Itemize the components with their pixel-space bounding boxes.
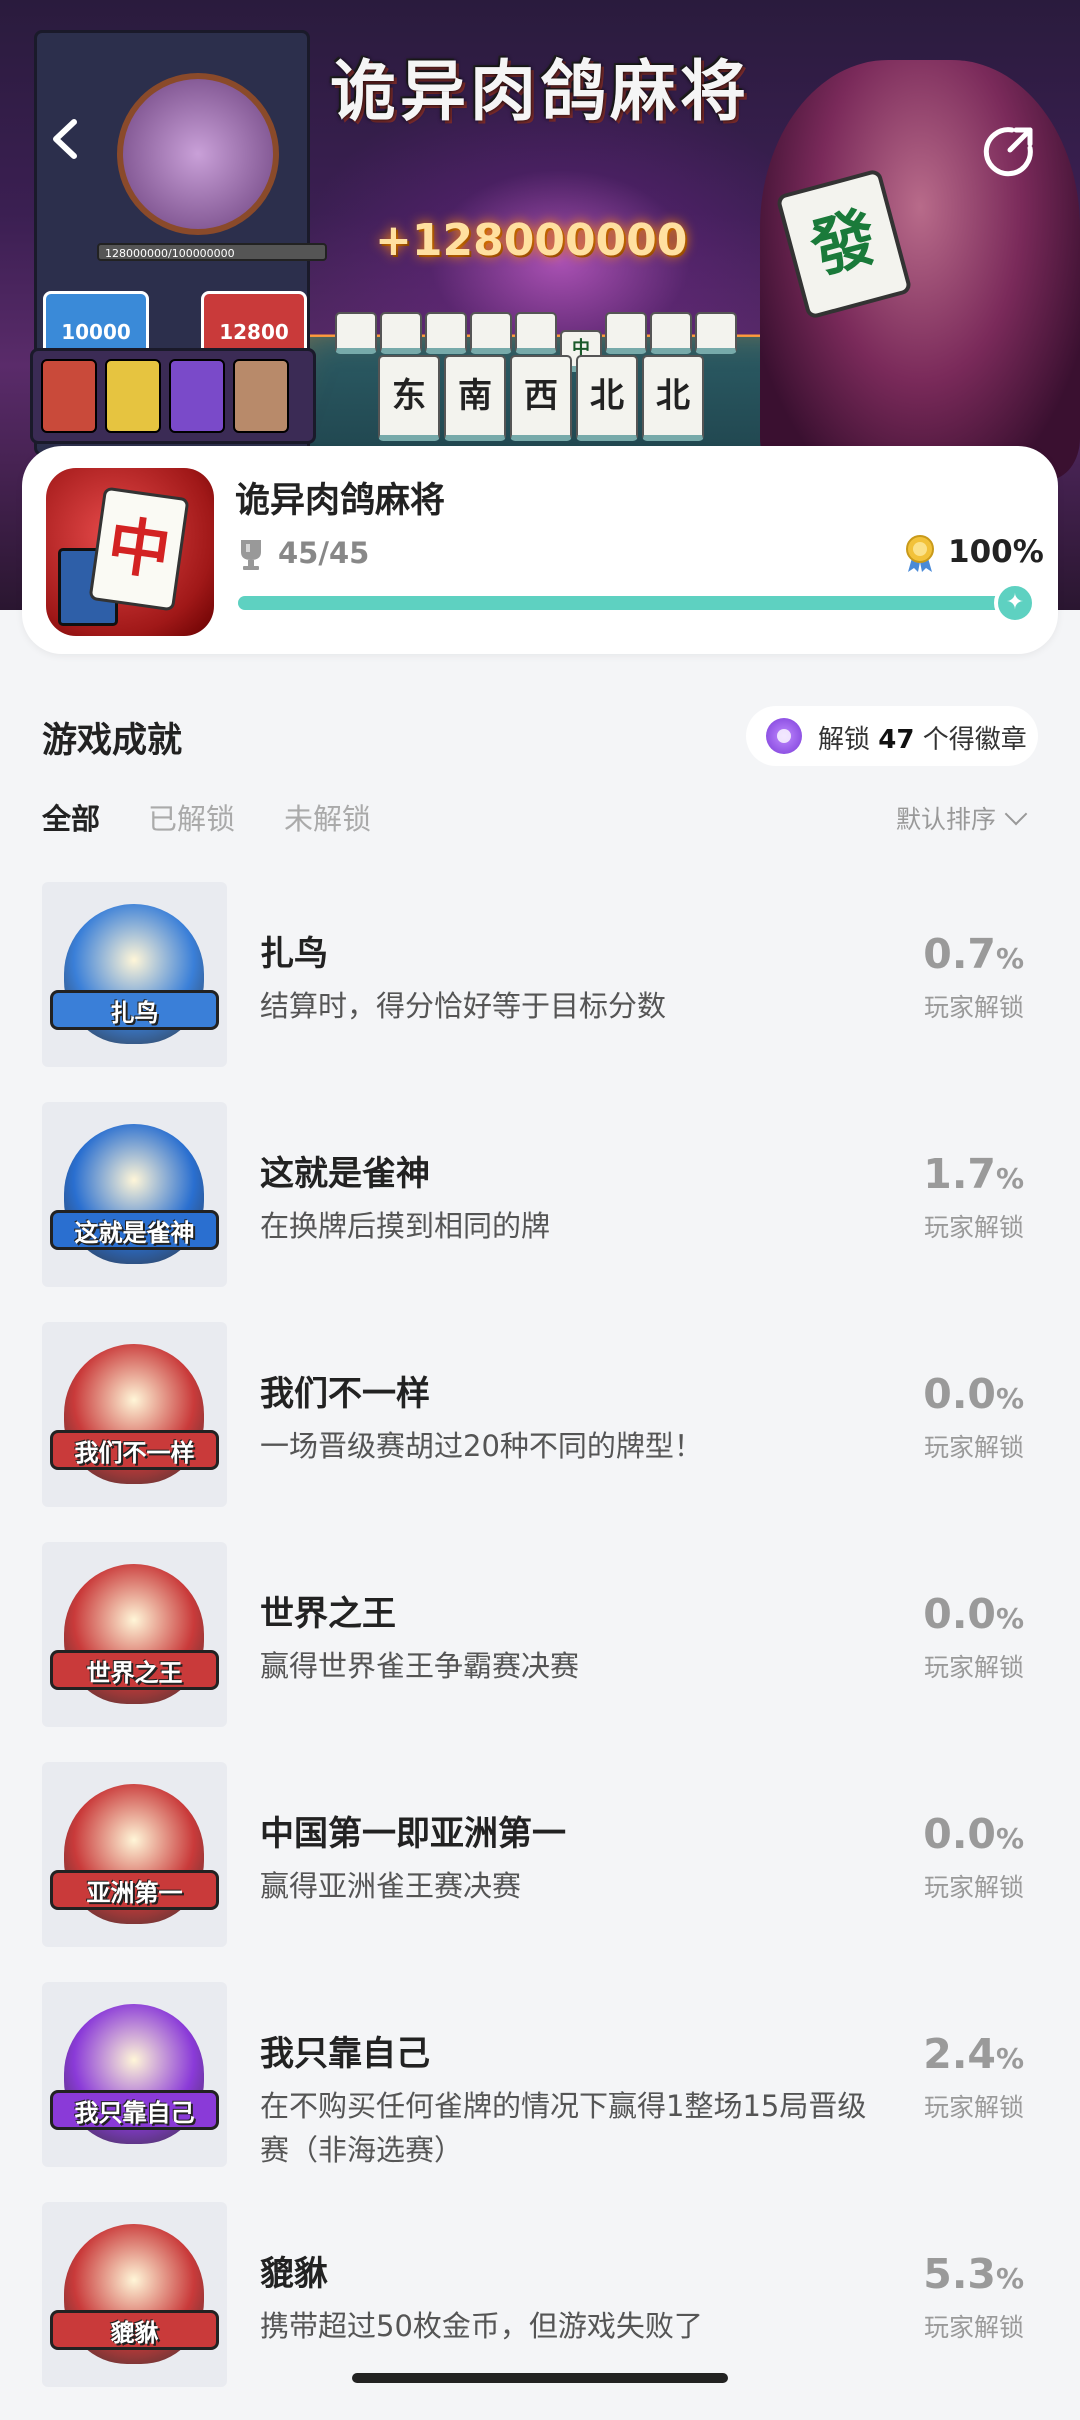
achievement-badge-image: 我只靠自己 [42,1982,227,2167]
achievement-row[interactable]: 貔貅 貔貅 携带超过50枚金币，但游戏失败了 5.3% 玩家解锁 [0,2200,1080,2420]
mahjong-tile [650,312,692,354]
mahjong-tile [335,312,377,354]
achievement-name: 中国第一即亚洲第一 [260,1814,566,1854]
card-slot [41,359,97,433]
game-name: 诡异肉鸽麻将 [235,481,446,521]
share-icon[interactable] [982,122,1038,178]
achievement-desc: 在不购买任何雀牌的情况下赢得1整场15局晋级赛（非海选赛） [260,2089,867,2167]
achievement-row[interactable]: 世界之王 世界之王 赢得世界雀王争霸赛决赛 0.0% 玩家解锁 [0,1540,1080,1760]
sort-dropdown[interactable]: 默认排序 [896,800,1028,836]
boss-avatar [117,73,279,235]
card-slot [169,359,225,433]
sparkle-icon: ✦ [994,582,1036,624]
achievement-name: 我只靠自己 [260,2034,430,2074]
achievement-count: 45/45 [278,536,370,570]
completion-progress-bar: ✦ [238,582,1036,624]
achievement-desc: 赢得亚洲雀王赛决赛 [260,1869,522,1903]
medal-icon [906,535,934,572]
icon-tile: 中 [88,486,190,612]
badge-ribbon-text: 亚洲第一 [50,1870,219,1910]
back-arrow-icon[interactable] [40,112,94,166]
card-slot [105,359,161,433]
card-slots [30,348,316,444]
mahjong-tile [695,312,737,354]
tiles-front-row: 东南西北北 [378,355,708,441]
unlock-percent: 5.3% [923,2250,1024,2298]
unlock-label: 玩家解锁 [923,2093,1024,2122]
unlock-label: 玩家解锁 [923,993,1024,1022]
achievement-row[interactable]: 扎鸟 扎鸟 结算时，得分恰好等于目标分数 0.7% 玩家解锁 [0,880,1080,1100]
tab-all[interactable]: 全部 [42,796,100,838]
trophy-icon [241,540,261,570]
boss-hp-bar: 128000000/100000000 [97,243,327,261]
unlock-label: 玩家解锁 [923,1213,1024,1242]
mahjong-tile: 北 [576,355,638,441]
game-app-icon: 中 [46,468,214,636]
achievement-desc: 一场晋级赛胡过20种不同的牌型！ [260,1429,703,1463]
mahjong-tile [425,312,467,354]
card-slot [233,359,289,433]
unlock-percent: 0.7% [923,930,1024,978]
achievement-desc: 在换牌后摸到相同的牌 [260,1209,551,1243]
achievement-desc: 结算时，得分恰好等于目标分数 [260,989,667,1023]
progress-fill: ✦ [238,582,1036,624]
mahjong-tile: 东 [378,355,440,441]
mahjong-tile [605,312,647,354]
badge-ribbon-text: 貔貅 [50,2310,219,2350]
badge-unlock-text: 解锁 47 个得徽章 [818,725,1027,755]
unlock-percent: 2.4% [923,2030,1024,2078]
tab-locked[interactable]: 未解锁 [284,796,371,838]
badge-ribbon-text: 扎鸟 [50,990,219,1030]
badge-ribbon-text: 世界之王 [50,1650,219,1690]
mahjong-tile [380,312,422,354]
achievement-name: 扎鸟 [260,934,328,974]
unlock-label: 玩家解锁 [923,1433,1024,1462]
section-title: 游戏成就 [42,721,183,761]
badge-ribbon-text: 这就是雀神 [50,1210,219,1250]
achievement-name: 这就是雀神 [260,1154,430,1194]
unlock-percent: 0.0% [923,1590,1024,1638]
achievement-name: 世界之王 [260,1594,396,1634]
achievement-row[interactable]: 我们不一样 我们不一样 一场晋级赛胡过20种不同的牌型！ 0.0% 玩家解锁 [0,1320,1080,1540]
mahjong-tile: 西 [510,355,572,441]
mahjong-tile: 南 [444,355,506,441]
achievement-desc: 赢得世界雀王争霸赛决赛 [260,1649,580,1683]
hero-score: +128000000 [375,215,688,266]
achievement-name: 貔貅 [260,2254,328,2294]
mahjong-tile [515,312,557,354]
achievement-desc: 携带超过50枚金币，但游戏失败了 [260,2309,703,2343]
badge-ribbon-text: 我们不一样 [50,1430,219,1470]
tab-unlocked[interactable]: 已解锁 [148,796,235,838]
completion-percent: 100% [948,534,1044,570]
mahjong-tile: 北 [642,355,704,441]
chevron-down-icon [1004,802,1028,826]
unlock-label: 玩家解锁 [923,2313,1024,2342]
badge-unlock-pill[interactable]: 解锁 47 个得徽章 [746,706,1038,766]
unlock-percent: 0.0% [923,1810,1024,1858]
achievement-badge-image: 亚洲第一 [42,1762,227,1947]
unlock-percent: 1.7% [923,1150,1024,1198]
achievement-name: 我们不一样 [260,1374,430,1414]
achievement-badge-image: 貔貅 [42,2202,227,2387]
achievement-badge-image: 这就是雀神 [42,1102,227,1287]
achievement-row[interactable]: 这就是雀神 这就是雀神 在换牌后摸到相同的牌 1.7% 玩家解锁 [0,1100,1080,1320]
home-indicator[interactable] [352,2373,728,2383]
badge-icon [766,718,802,754]
achievement-badge-image: 我们不一样 [42,1322,227,1507]
game-summary-card: 中 诡异肉鸽麻将 45/45 100% ✦ [22,446,1058,654]
unlock-label: 玩家解锁 [923,1873,1024,1902]
mahjong-tile [470,312,512,354]
achievement-badge-image: 扎鸟 [42,882,227,1067]
hero-title-art: 诡异肉鸽麻将 [330,53,750,130]
achievement-row[interactable]: 亚洲第一 中国第一即亚洲第一赢得亚洲雀王赛决赛 0.0% 玩家解锁 [0,1760,1080,1980]
achievement-row[interactable]: 我只靠自己 我只靠自己 在不购买任何雀牌的情况下赢得1整场15局晋级赛（非海选赛） 2… [0,1980,1080,2200]
badge-ribbon-text: 我只靠自己 [50,2090,219,2130]
unlock-label: 玩家解锁 [923,1653,1024,1682]
achievement-badge-image: 世界之王 [42,1542,227,1727]
unlock-percent: 0.0% [923,1370,1024,1418]
